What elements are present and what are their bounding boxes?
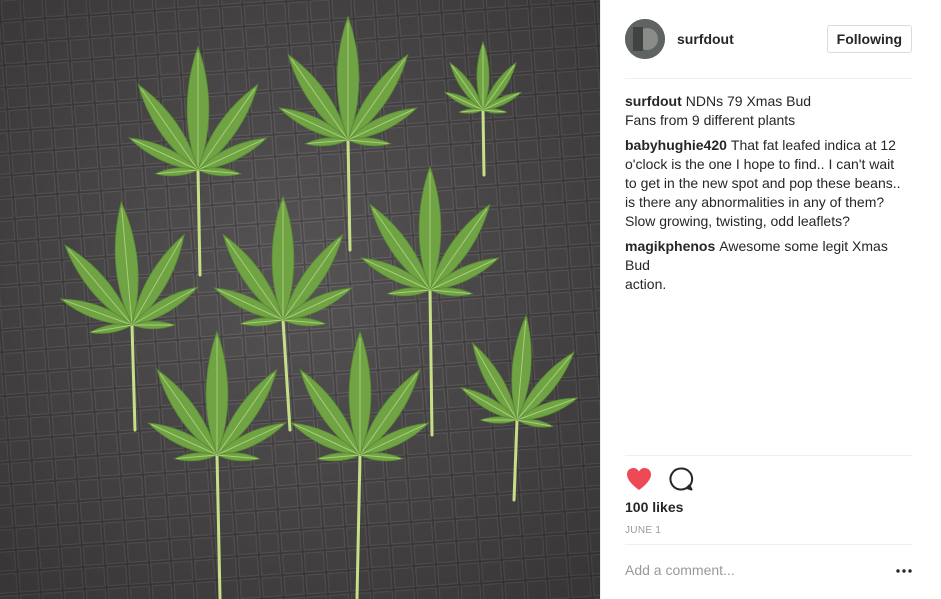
action-bar [625, 464, 709, 494]
comment-item: babyhughie420 That fat leafed indica at 1… [625, 136, 915, 231]
avatar-image [625, 19, 665, 59]
comment-item: magikphenos Awesome some legit Xmas Bud a… [625, 237, 915, 294]
comment-username[interactable]: surfdout [625, 93, 682, 109]
comment-text: to get in the new spot and pop these bea… [625, 175, 901, 191]
comment-button[interactable] [667, 465, 695, 493]
post-date: JUNE 1 [625, 525, 662, 536]
add-comment-input[interactable] [625, 562, 875, 578]
comment-username[interactable]: babyhughie420 [625, 137, 727, 153]
cannabis-leaves-image [0, 0, 600, 599]
comment-text: action. [625, 276, 667, 292]
header-divider [625, 78, 912, 79]
comment-bubble-icon [669, 467, 694, 491]
post-header: surfdout Following [625, 16, 912, 62]
comment-text: That fat leafed indica at 12 [730, 137, 896, 153]
comment-text: NDNs 79 Xmas Bud [685, 93, 812, 109]
instagram-post: surfdout Following surfdout NDNs 79 Xmas … [0, 0, 941, 599]
comment-text: o'clock is the one I hope to find.. I ca… [625, 156, 895, 172]
more-options-button[interactable] [894, 562, 914, 580]
avatar[interactable] [625, 19, 665, 59]
comment-divider [625, 544, 912, 545]
comment-list: surfdout NDNs 79 Xmas Bud Fans from 9 dif… [625, 92, 915, 300]
post-photo[interactable] [0, 0, 600, 599]
more-options-icon [896, 569, 912, 573]
comment-text: Slow growing, twisting, odd leaflets? [625, 213, 850, 229]
likes-count[interactable]: 100 likes [625, 499, 683, 515]
heart-icon [627, 468, 651, 490]
comment-item: surfdout NDNs 79 Xmas Bud Fans from 9 dif… [625, 92, 915, 130]
actions-divider [625, 455, 912, 456]
comment-text: Fans from 9 different plants [625, 112, 796, 128]
comment-username[interactable]: magikphenos [625, 238, 715, 254]
post-sidebar: surfdout Following surfdout NDNs 79 Xmas … [600, 0, 941, 599]
following-button[interactable]: Following [826, 25, 912, 53]
header-username[interactable]: surfdout [677, 31, 734, 47]
comment-text: is there any abnormalities in any of the… [625, 194, 885, 210]
like-button[interactable] [625, 465, 653, 493]
